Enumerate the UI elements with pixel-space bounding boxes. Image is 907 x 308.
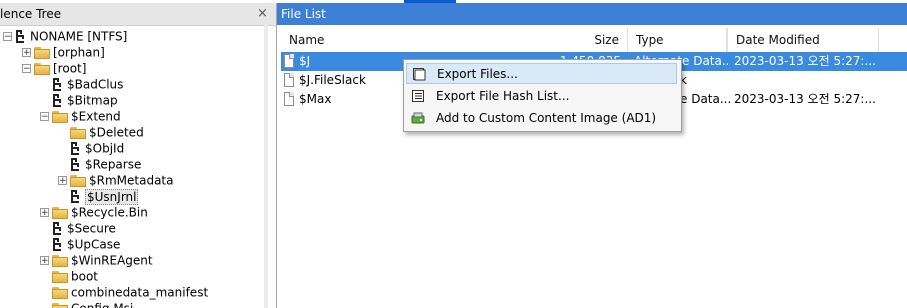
folder-icon [52, 270, 68, 283]
file-icon [284, 92, 294, 106]
tree-node-label: $Bitmap [67, 93, 118, 108]
collapse-icon[interactable]: − [40, 112, 49, 122]
tree-node-label: $WinREAgent [71, 253, 153, 268]
tree-node-label: $Secure [67, 221, 116, 236]
tree-node-label: $UsnJrnl [85, 188, 139, 205]
folder-icon [34, 62, 50, 75]
tree-node[interactable]: $Bitmap [40, 92, 118, 108]
tree-node[interactable]: $Reparse [58, 156, 141, 172]
tree-icon [52, 94, 64, 107]
tree-node[interactable]: + $RmMetadata [58, 172, 174, 188]
tree-node-label: $RmMetadata [89, 173, 174, 188]
expand-icon[interactable]: + [58, 176, 67, 186]
context-menu: Export Files... Export File Hash List...… [403, 59, 682, 132]
tree-node[interactable]: combinedata_manifest [40, 284, 208, 300]
file-date-modified: 2023-03-13 오전 5:27:... [734, 54, 876, 68]
tree-node[interactable]: boot [40, 268, 98, 284]
folder-icon [70, 126, 86, 139]
tree-icon [52, 78, 64, 91]
tree-node-label: $Deleted [89, 125, 144, 140]
export-files-icon [412, 67, 426, 81]
tree-node[interactable]: + $Recycle.Bin [40, 204, 148, 220]
tree-node-label: boot [71, 269, 99, 284]
menu-item-export-files[interactable]: Export Files... [406, 63, 677, 84]
column-name-label: Name [289, 33, 325, 47]
folder-icon [52, 110, 68, 123]
expand-icon[interactable]: + [40, 208, 49, 218]
column-header-date-modified[interactable]: Date Modified [727, 28, 879, 52]
tree-icon [70, 142, 82, 155]
tree-node[interactable]: + [orphan] [22, 44, 105, 60]
file-list-panel: File List Name Size Type Date Modified $… [277, 3, 907, 308]
folder-icon [70, 174, 86, 187]
file-icon [284, 54, 294, 68]
evidence-tree: − NONAME [NTFS] + [orphan] − [root] $BadClus $B… [0, 26, 262, 308]
tree-node[interactable]: − $Extend [40, 108, 121, 124]
column-header-size[interactable]: Size [561, 28, 627, 52]
folder-icon [52, 254, 68, 267]
menu-item-label: Export Files... [437, 67, 518, 81]
hash-list-icon [411, 89, 425, 103]
file-date-modified: 2023-03-13 오전 5:27:... [734, 92, 876, 106]
menu-item-label: Add to Custom Content Image (AD1) [436, 111, 657, 125]
file-type: e Data... [680, 92, 732, 106]
tree-icon [52, 238, 64, 251]
file-icon [284, 73, 294, 87]
tree-node[interactable]: $BadClus [40, 76, 123, 92]
folder-icon [52, 302, 68, 308]
tree-node-label: [orphan] [53, 45, 105, 60]
folder-icon [52, 206, 68, 219]
file-list-header: File List [277, 3, 907, 25]
tree-node[interactable]: $ObjId [58, 140, 124, 156]
tree-node[interactable]: Config.Msi [40, 300, 133, 308]
tree-node[interactable]: $Secure [40, 220, 116, 236]
column-header-type[interactable]: Type [627, 28, 727, 52]
column-type-label: Type [636, 33, 664, 47]
menu-item-label: Export File Hash List... [436, 89, 570, 103]
tree-node-label: $BadClus [67, 77, 124, 92]
tree-node-label: [root] [53, 61, 87, 76]
menu-item-add-custom-content-image[interactable]: Add to Custom Content Image (AD1) [406, 108, 677, 129]
folder-icon [34, 46, 50, 59]
tree-icon [70, 158, 82, 171]
column-date-label: Date Modified [736, 33, 820, 47]
file-type: k [680, 73, 687, 87]
tree-node[interactable]: $UsnJrnl [58, 188, 139, 205]
tree-node[interactable]: − [root] [22, 60, 86, 76]
close-icon[interactable]: × [257, 6, 268, 21]
pane-splitter[interactable] [264, 25, 268, 308]
collapse-icon[interactable]: − [3, 32, 12, 42]
evidence-tree-title: lence Tree [0, 7, 62, 21]
tree-node-label: $ObjId [85, 141, 125, 156]
evidence-tree-header: lence Tree × [0, 3, 276, 26]
collapse-icon[interactable]: − [22, 64, 31, 74]
tree-icon [52, 222, 64, 235]
tree-node-label: NONAME [NTFS] [30, 29, 128, 44]
menu-item-export-file-hash-list[interactable]: Export File Hash List... [406, 86, 677, 107]
expand-icon[interactable]: + [22, 48, 31, 58]
tree-icon [70, 190, 82, 203]
tree-node-label: Config.Msi [71, 302, 133, 308]
add-image-icon [411, 111, 425, 125]
folder-icon [52, 286, 68, 299]
expand-icon[interactable]: + [40, 256, 49, 266]
tree-icon [15, 30, 27, 43]
tree-node-label: $Extend [71, 109, 121, 124]
file-list-title: File List [281, 7, 326, 21]
column-size-label: Size [594, 33, 619, 47]
evidence-tree-panel: lence Tree × − NONAME [NTFS] + [orphan] − [ro… [0, 3, 277, 308]
tree-node-label: combinedata_manifest [71, 285, 209, 300]
tree-node[interactable]: $Deleted [58, 124, 144, 140]
tree-node[interactable]: − NONAME [NTFS] [3, 28, 127, 44]
tree-node-label: $UpCase [67, 237, 121, 252]
tree-node[interactable]: $UpCase [40, 236, 120, 252]
tree-node-label: $Recycle.Bin [71, 205, 148, 220]
tree-node-label: $Reparse [85, 157, 142, 172]
tree-node[interactable]: + $WinREAgent [40, 252, 153, 268]
